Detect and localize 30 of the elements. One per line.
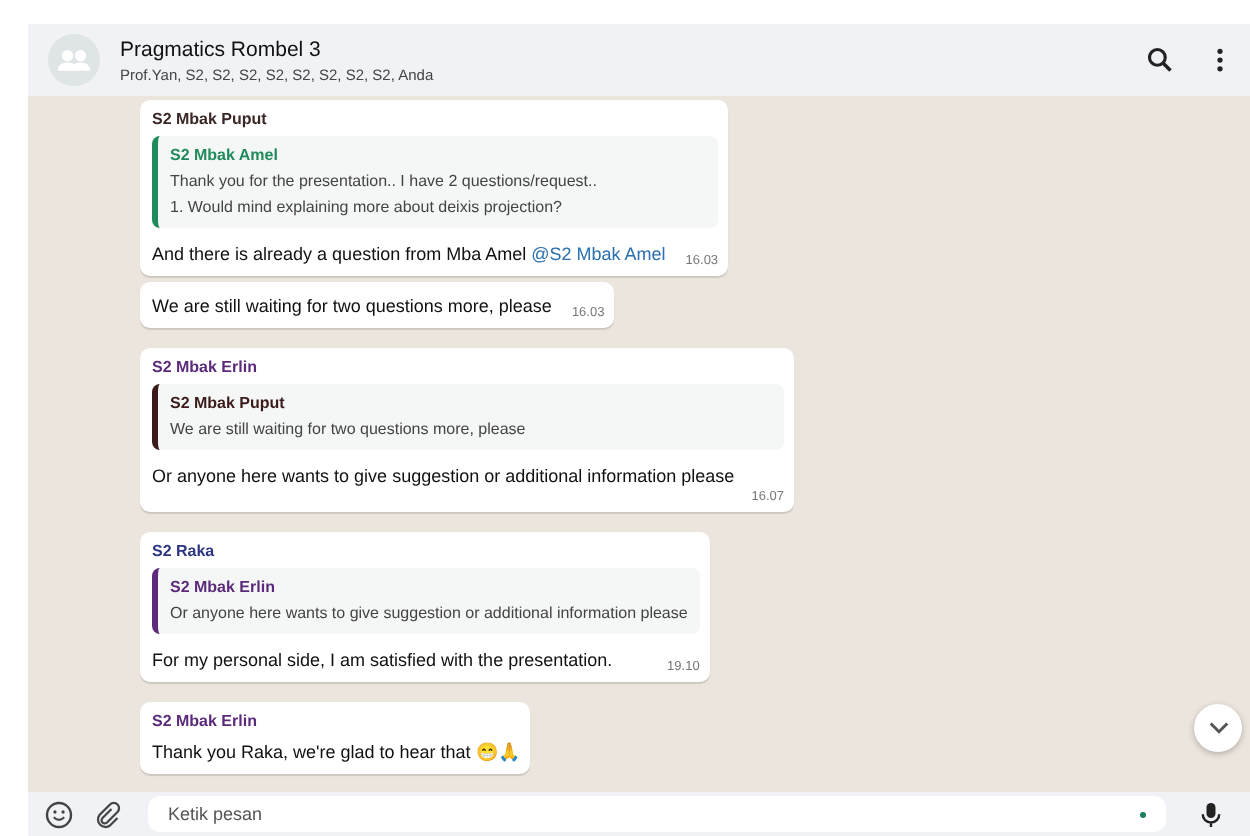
quoted-message[interactable]: S2 Mbak Amel Thank you for the presentation.. I have 2 questions/request.. 1. Would mind explaining more about deixis projection? <box>152 136 719 228</box>
status-dot-icon <box>1140 812 1146 818</box>
scroll-down-button[interactable] <box>1194 704 1242 752</box>
message-text: And there is already a question from Mba Amel @S2 Mbak Amel <box>152 242 666 268</box>
menu-icon[interactable] <box>1214 46 1226 74</box>
sender-name: S2 Mbak Puput <box>152 110 269 128</box>
message-text: For my personal side, I am satisfied with the presentation. <box>152 648 613 674</box>
search-icon[interactable] <box>1146 46 1174 74</box>
quote-author: S2 Mbak Puput <box>170 394 287 412</box>
quote-text: Thank you for the presentation.. I have 2 questions/request.. <box>170 172 599 190</box>
mention-link[interactable]: @S2 Mbak Amel <box>531 244 666 264</box>
group-title: Pragmatics Rombel 3 <box>120 37 323 61</box>
quote-text: Or anyone here wants to give suggestion or additional information please <box>170 604 688 622</box>
message-input[interactable]: Ketik pesan <box>148 796 1166 832</box>
quoted-message[interactable]: S2 Mbak Erlin Or anyone here wants to give suggestion or additional information please <box>152 568 700 634</box>
paperclip-icon[interactable] <box>92 799 122 829</box>
microphone-icon[interactable] <box>1196 799 1226 829</box>
quote-text: 1. Would mind explaining more about deixis projection? <box>170 198 564 216</box>
quoted-message[interactable]: S2 Mbak Puput We are still waiting for two questions more, please <box>152 384 784 450</box>
sender-name: S2 Mbak Erlin <box>152 358 259 376</box>
emoji-icon[interactable] <box>44 799 74 829</box>
message-text: Thank you Raka, we're glad to hear that 😁🙏 <box>152 740 520 766</box>
sender-name: S2 Raka <box>152 542 217 560</box>
message-text: Or anyone here wants to give suggestion or additional information please <box>152 464 735 490</box>
quote-text: We are still waiting for two questions more, please <box>170 420 528 438</box>
chevron-down-icon <box>1207 720 1229 736</box>
quote-author: S2 Mbak Erlin <box>170 578 277 596</box>
quote-author: S2 Mbak Amel <box>170 146 280 164</box>
sender-name: S2 Mbak Erlin <box>152 712 259 730</box>
message-text: We are still waiting for two questions more, please <box>152 294 552 320</box>
